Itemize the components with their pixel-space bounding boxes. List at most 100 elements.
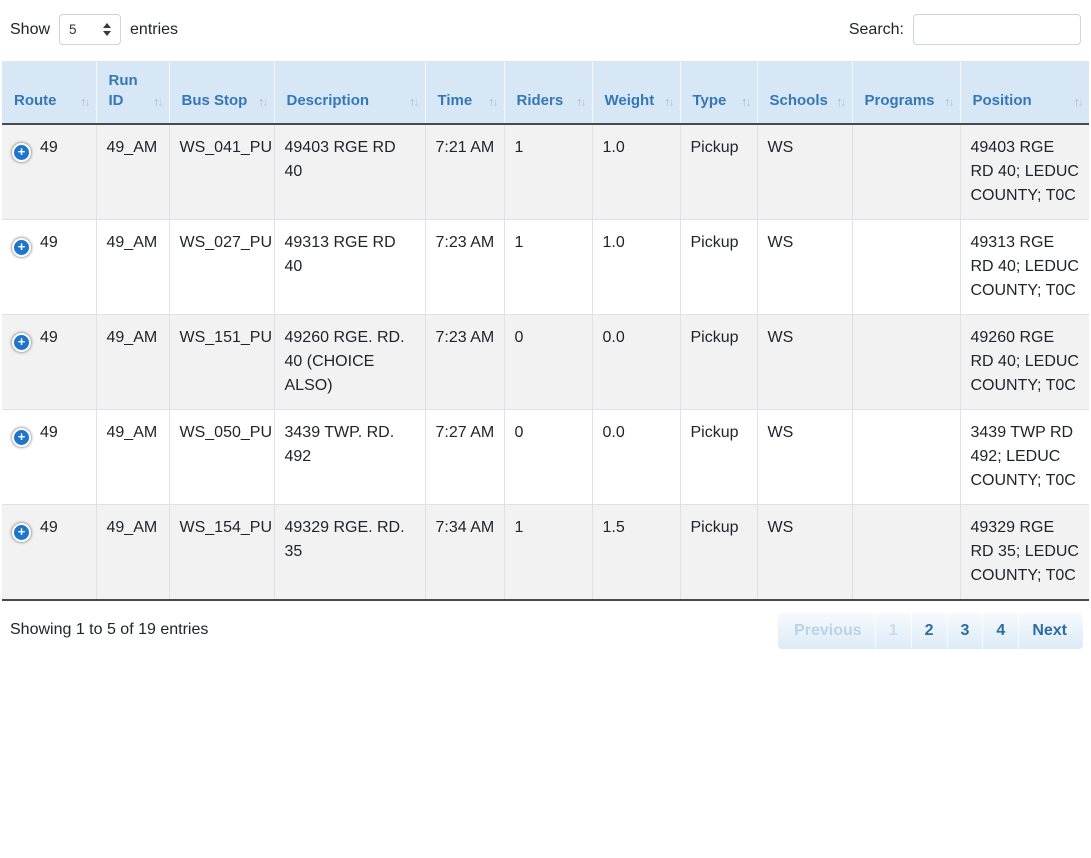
table-row: +4949_AMWS_050_PU3439 TWP. RD. 4927:27 A… xyxy=(2,410,1089,505)
page-button-previous[interactable]: Previous xyxy=(778,613,875,649)
cell-weight: 1.0 xyxy=(592,124,680,220)
cell-run_id: 49_AM xyxy=(96,505,169,601)
cell-schools: WS xyxy=(757,315,852,410)
column-label: Position xyxy=(973,92,1032,109)
column-label: Riders xyxy=(517,92,564,109)
search-label: Search: xyxy=(849,21,904,39)
table-info: Showing 1 to 5 of 19 entries xyxy=(10,613,208,639)
cell-schools: WS xyxy=(757,220,852,315)
search-control: Search: xyxy=(849,14,1081,45)
sort-icon: ↑↓ xyxy=(836,94,845,110)
cell-type: Pickup xyxy=(680,124,757,220)
column-header-type[interactable]: Type ↑↓ xyxy=(680,61,757,124)
page-length-select[interactable]: 5 xyxy=(59,14,121,45)
sort-icon: ↑↓ xyxy=(258,94,267,110)
cell-riders: 0 xyxy=(504,315,592,410)
table-row: +4949_AMWS_151_PU49260 RGE. RD. 40 (CHOI… xyxy=(2,315,1089,410)
cell-riders: 0 xyxy=(504,410,592,505)
cell-programs xyxy=(852,410,960,505)
cell-run_id: 49_AM xyxy=(96,124,169,220)
route-value: 49 xyxy=(40,139,58,156)
column-label: Schools xyxy=(770,92,828,109)
search-input[interactable] xyxy=(913,14,1081,45)
column-header-position[interactable]: Position ↑↓ xyxy=(960,61,1089,124)
sort-icon: ↑↓ xyxy=(944,94,953,110)
column-label: Type xyxy=(693,92,727,109)
cell-riders: 1 xyxy=(504,505,592,601)
cell-bus_stop: WS_041_PU xyxy=(169,124,274,220)
cell-weight: 1.5 xyxy=(592,505,680,601)
cell-position: 49403 RGE RD 40; LEDUC COUNTY; T0C xyxy=(960,124,1089,220)
cell-schools: WS xyxy=(757,505,852,601)
datatable-wrapper: Show 5 entries Search: Route↑↓Run ID↑↓Bu… xyxy=(0,0,1091,659)
cell-schools: WS xyxy=(757,410,852,505)
pagination: Previous1234Next xyxy=(778,613,1083,649)
column-header-route[interactable]: Route↑↓ xyxy=(2,61,96,124)
route-value: 49 xyxy=(40,424,58,441)
page-button-1[interactable]: 1 xyxy=(875,613,911,649)
page-button-2[interactable]: 2 xyxy=(911,613,947,649)
expand-row-plus-icon[interactable]: + xyxy=(12,428,31,447)
table-row: +4949_AMWS_154_PU49329 RGE. RD. 357:34 A… xyxy=(2,505,1089,601)
column-header-bus_stop[interactable]: Bus Stop ↑↓ xyxy=(169,61,274,124)
cell-programs xyxy=(852,124,960,220)
page-button-4[interactable]: 4 xyxy=(982,613,1018,649)
cell-type: Pickup xyxy=(680,220,757,315)
route-value: 49 xyxy=(40,234,58,251)
column-header-weight[interactable]: Weight↑↓ xyxy=(592,61,680,124)
expand-row-plus-icon[interactable]: + xyxy=(12,143,31,162)
cell-time: 7:23 AM xyxy=(425,220,504,315)
route-value: 49 xyxy=(40,519,58,536)
table-row: +4949_AMWS_041_PU49403 RGE RD 407:21 AM1… xyxy=(2,124,1089,220)
page-button-next[interactable]: Next xyxy=(1018,613,1083,649)
table-row: +4949_AMWS_027_PU49313 RGE RD 407:23 AM1… xyxy=(2,220,1089,315)
column-header-programs[interactable]: Programs ↑↓ xyxy=(852,61,960,124)
show-label: Show xyxy=(10,21,50,39)
column-header-run_id[interactable]: Run ID↑↓ xyxy=(96,61,169,124)
cell-route: +49 xyxy=(2,220,96,315)
cell-programs xyxy=(852,315,960,410)
route-value: 49 xyxy=(40,329,58,346)
sort-icon: ↑↓ xyxy=(664,94,673,110)
table-footer: Showing 1 to 5 of 19 entries Previous123… xyxy=(2,613,1089,649)
expand-row-plus-icon[interactable]: + xyxy=(12,333,31,352)
entries-label: entries xyxy=(130,21,178,39)
cell-run_id: 49_AM xyxy=(96,315,169,410)
cell-bus_stop: WS_050_PU xyxy=(169,410,274,505)
cell-bus_stop: WS_151_PU xyxy=(169,315,274,410)
sort-icon: ↑↓ xyxy=(1074,94,1083,110)
column-label: Time xyxy=(438,92,473,109)
table-controls: Show 5 entries Search: xyxy=(2,14,1089,45)
column-header-schools[interactable]: Schools ↑↓ xyxy=(757,61,852,124)
cell-position: 49329 RGE RD 35; LEDUC COUNTY; T0C xyxy=(960,505,1089,601)
cell-time: 7:21 AM xyxy=(425,124,504,220)
column-header-description[interactable]: Description ↑↓ xyxy=(274,61,425,124)
column-label: Route xyxy=(14,92,57,109)
cell-weight: 1.0 xyxy=(592,220,680,315)
sort-icon: ↑↓ xyxy=(488,94,497,110)
cell-route: +49 xyxy=(2,410,96,505)
sort-icon: ↑↓ xyxy=(741,94,750,110)
page-button-3[interactable]: 3 xyxy=(947,613,983,649)
sort-icon: ↑↓ xyxy=(409,94,418,110)
cell-weight: 0.0 xyxy=(592,410,680,505)
expand-row-plus-icon[interactable]: + xyxy=(12,238,31,257)
expand-row-plus-icon[interactable]: + xyxy=(12,523,31,542)
cell-position: 49260 RGE RD 40; LEDUC COUNTY; T0C xyxy=(960,315,1089,410)
column-header-time[interactable]: Time ↑↓ xyxy=(425,61,504,124)
column-label: Description xyxy=(287,92,370,109)
column-label: Programs xyxy=(865,92,935,109)
column-header-riders[interactable]: Riders ↑↓ xyxy=(504,61,592,124)
table-body: +4949_AMWS_041_PU49403 RGE RD 407:21 AM1… xyxy=(2,124,1089,600)
cell-type: Pickup xyxy=(680,505,757,601)
column-label: Bus Stop xyxy=(182,92,248,109)
cell-bus_stop: WS_154_PU xyxy=(169,505,274,601)
cell-route: +49 xyxy=(2,315,96,410)
cell-position: 49313 RGE RD 40; LEDUC COUNTY; T0C xyxy=(960,220,1089,315)
sort-icon: ↑↓ xyxy=(576,94,585,110)
cell-route: +49 xyxy=(2,505,96,601)
cell-schools: WS xyxy=(757,124,852,220)
cell-time: 7:23 AM xyxy=(425,315,504,410)
cell-time: 7:27 AM xyxy=(425,410,504,505)
cell-description: 49260 RGE. RD. 40 (CHOICE ALSO) xyxy=(274,315,425,410)
